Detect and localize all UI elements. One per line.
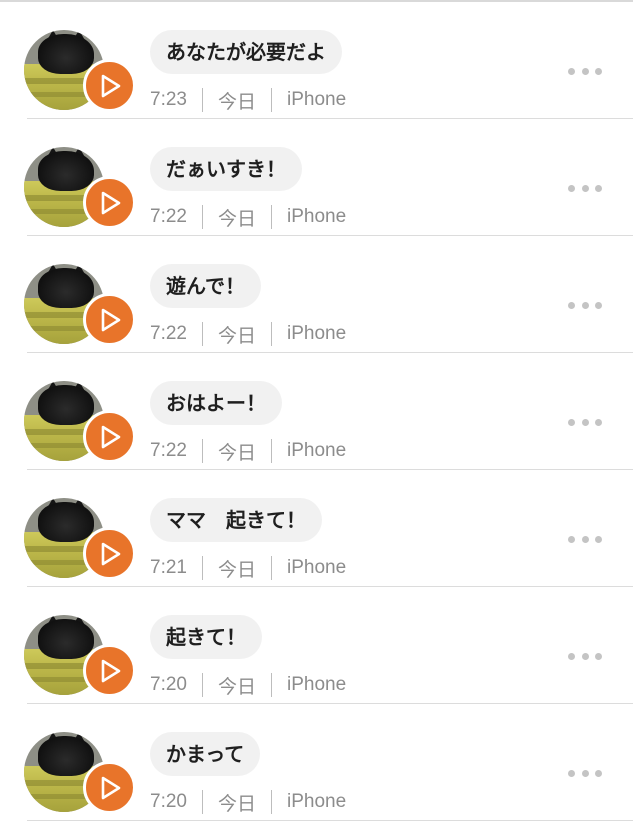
voice-message-item[interactable]: かまって 7:20 今日 iPhone — [0, 704, 633, 821]
message-text: だぁいすき！ — [150, 147, 302, 191]
play-icon — [101, 425, 121, 449]
message-meta: 7:21 今日 iPhone — [150, 554, 346, 582]
message-time: 7:23 — [150, 89, 187, 110]
more-horizontal-icon[interactable] — [568, 651, 602, 661]
message-device: iPhone — [287, 206, 347, 227]
message-text: ママ 起きて！ — [150, 498, 322, 542]
play-button[interactable] — [83, 293, 136, 346]
message-device: iPhone — [287, 557, 347, 578]
message-time: 7:22 — [150, 323, 187, 344]
more-horizontal-icon[interactable] — [568, 417, 602, 427]
message-time: 7:22 — [150, 206, 187, 227]
message-time: 7:20 — [150, 791, 187, 812]
play-icon — [101, 659, 121, 683]
message-meta: 7:20 今日 iPhone — [150, 671, 346, 699]
more-horizontal-icon[interactable] — [568, 300, 602, 310]
message-text: かまって — [150, 732, 261, 776]
play-icon — [101, 542, 121, 566]
meta-divider — [271, 205, 272, 229]
message-day: 今日 — [217, 91, 256, 113]
message-text: 起きて！ — [150, 615, 262, 659]
message-meta: 7:23 今日 iPhone — [150, 86, 346, 114]
meta-divider — [271, 673, 272, 697]
message-text: 遊んで！ — [150, 264, 261, 308]
meta-divider — [201, 790, 203, 814]
voice-message-item[interactable]: だぁいすき！ 7:22 今日 iPhone — [0, 119, 633, 236]
voice-message-item[interactable]: あなたが必要だよ 7:23 今日 iPhone — [0, 2, 633, 119]
message-meta: 7:22 今日 iPhone — [150, 437, 346, 465]
voice-message-item[interactable]: おはよー！ 7:22 今日 iPhone — [0, 353, 633, 470]
message-time: 7:20 — [150, 674, 187, 695]
message-day: 今日 — [217, 208, 256, 230]
more-horizontal-icon[interactable] — [568, 768, 602, 778]
message-day: 今日 — [217, 793, 256, 815]
more-horizontal-icon[interactable] — [568, 66, 602, 76]
play-icon — [101, 776, 121, 800]
more-horizontal-icon[interactable] — [568, 534, 602, 544]
message-time: 7:22 — [150, 440, 187, 461]
message-device: iPhone — [287, 323, 347, 344]
meta-divider — [271, 322, 272, 346]
meta-divider — [271, 88, 272, 112]
play-icon — [101, 308, 121, 332]
message-device: iPhone — [287, 791, 347, 812]
play-button[interactable] — [83, 644, 136, 697]
message-day: 今日 — [217, 559, 256, 581]
play-button[interactable] — [83, 761, 136, 814]
message-text: あなたが必要だよ — [150, 30, 342, 74]
message-meta: 7:20 今日 iPhone — [150, 788, 346, 816]
message-day: 今日 — [217, 442, 256, 464]
message-device: iPhone — [287, 89, 347, 110]
message-device: iPhone — [287, 440, 347, 461]
voice-message-item[interactable]: ママ 起きて！ 7:21 今日 iPhone — [0, 470, 633, 587]
voice-message-list: あなたが必要だよ 7:23 今日 iPhone だぁいすき！ 7:22 今日 i… — [0, 2, 633, 821]
message-day: 今日 — [217, 676, 256, 698]
message-day: 今日 — [217, 325, 256, 347]
play-icon — [101, 74, 121, 98]
meta-divider — [201, 556, 203, 580]
more-horizontal-icon[interactable] — [568, 183, 602, 193]
meta-divider — [201, 439, 203, 463]
meta-divider — [201, 322, 203, 346]
meta-divider — [201, 205, 203, 229]
meta-divider — [201, 673, 203, 697]
meta-divider — [271, 790, 272, 814]
play-button[interactable] — [83, 59, 136, 112]
voice-message-item[interactable]: 起きて！ 7:20 今日 iPhone — [0, 587, 633, 704]
message-time: 7:21 — [150, 557, 187, 578]
meta-divider — [201, 88, 203, 112]
play-button[interactable] — [83, 410, 136, 463]
message-meta: 7:22 今日 iPhone — [150, 203, 346, 231]
play-button[interactable] — [83, 176, 136, 229]
play-icon — [101, 191, 121, 215]
meta-divider — [271, 439, 272, 463]
message-text: おはよー！ — [150, 381, 282, 425]
message-meta: 7:22 今日 iPhone — [150, 320, 346, 348]
voice-message-item[interactable]: 遊んで！ 7:22 今日 iPhone — [0, 236, 633, 353]
message-device: iPhone — [287, 674, 347, 695]
meta-divider — [271, 556, 272, 580]
play-button[interactable] — [83, 527, 136, 580]
